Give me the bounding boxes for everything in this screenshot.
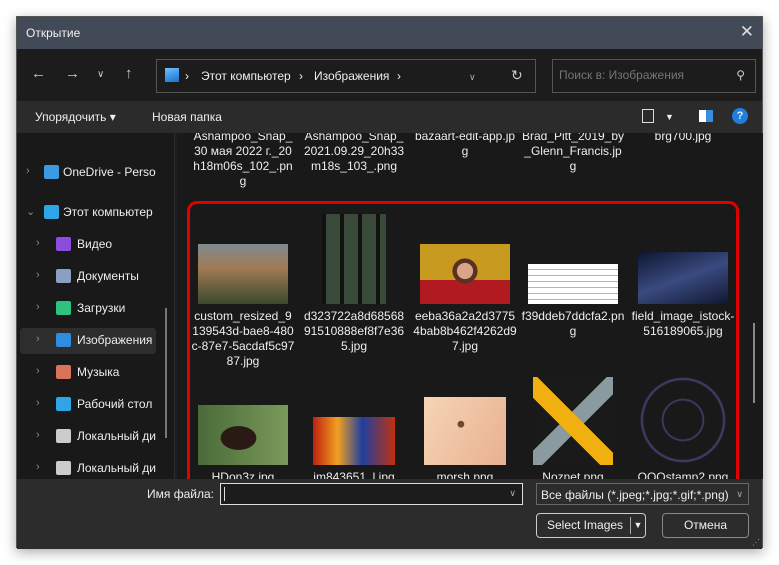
download-icon <box>56 301 71 315</box>
music-icon <box>56 365 71 379</box>
sidebar-item[interactable]: › Документы <box>20 264 156 290</box>
search-input[interactable] <box>559 68 729 82</box>
sidebar-item[interactable]: › Изображения <box>20 328 156 354</box>
toolbar: Упорядочить ▾ Новая папка ▼ ? <box>17 101 762 133</box>
sidebar-item[interactable]: › Музыка <box>20 360 156 386</box>
search-icon: ⚲ <box>736 68 745 82</box>
computer-icon <box>44 205 59 219</box>
preview-pane-icon[interactable] <box>699 110 713 122</box>
pictures-icon <box>56 333 71 347</box>
file-name: bazaart-edit-app.jpg <box>414 133 516 158</box>
cloud-icon <box>44 165 59 179</box>
sidebar-item[interactable]: ⌄ Этот компьютер <box>20 200 156 226</box>
file-name: Ashampoo_Snap_2021.09.29_20h33m18s_103_.… <box>303 133 405 173</box>
drive-icon <box>56 429 71 443</box>
chevron-right-icon[interactable]: › <box>36 333 40 345</box>
history-chevron-icon[interactable]: ∨ <box>469 72 476 83</box>
sidebar-scrollbar[interactable] <box>165 308 167 438</box>
search-box[interactable]: ⚲ <box>552 59 756 93</box>
sidebar-item[interactable]: › Загрузки <box>20 296 156 322</box>
chevron-right-icon[interactable]: › <box>36 237 40 249</box>
chevron-right-icon[interactable]: › <box>36 269 40 281</box>
sidebar-item[interactable]: › Рабочий стол <box>20 392 156 418</box>
file-name: Brad_Pitt_2019_by_Glenn_Francis.jpg <box>521 133 625 173</box>
cancel-button[interactable]: Отмена <box>662 513 749 538</box>
select-images-button[interactable]: Select Images ▼ <box>536 513 646 538</box>
back-icon[interactable]: ← <box>31 65 46 82</box>
file-name: Ashampoo_Snap_30 мая 2022 г._20h18m06s_1… <box>193 133 293 188</box>
chevron-down-icon[interactable]: ∨ <box>509 488 516 499</box>
filename-label: Имя файла: <box>147 487 214 501</box>
chevron-down-icon: ∨ <box>736 489 743 499</box>
navigation-pane: › OneDrive - Perso ⌄ Этот компьютер › Видео › Д… <box>17 133 174 479</box>
text-cursor <box>224 487 225 501</box>
chevron-right-icon[interactable]: › <box>36 365 40 377</box>
split-chevron-icon[interactable]: ▼ <box>630 517 645 534</box>
highlight-frame <box>187 201 739 479</box>
forward-icon[interactable]: → <box>65 65 80 82</box>
drive-icon <box>56 461 71 475</box>
breadcrumb-item[interactable]: Изображения <box>314 69 389 83</box>
breadcrumb-item[interactable]: Этот компьютер <box>201 69 291 83</box>
file-name: brg700.jpg <box>654 133 712 143</box>
vertical-scrollbar[interactable] <box>753 323 755 403</box>
title-bar: Открытие ✕ <box>17 17 762 49</box>
navigation-bar: ← → ∨ ↑ › Этот компьютер › Изображения ›… <box>17 49 762 101</box>
view-chevron-icon[interactable]: ▼ <box>665 112 674 122</box>
bottom-panel: Имя файла: ∨ Все файлы (*.jpeg;*.jpg;*.g… <box>17 479 762 549</box>
help-icon[interactable]: ? <box>732 108 748 124</box>
chevron-right-icon[interactable]: › <box>36 397 40 409</box>
refresh-icon[interactable]: ↻ <box>511 67 523 84</box>
file-list: Ashampoo_Snap_30 мая 2022 г._20h18m06s_1… <box>177 133 763 479</box>
filetype-select[interactable]: Все файлы (*.jpeg;*.jpg;*.gif;*.png) ∨ <box>536 483 749 505</box>
view-icon[interactable] <box>642 109 654 123</box>
chevron-right-icon[interactable]: › <box>26 165 30 177</box>
resize-grip-icon[interactable]: ⋰ <box>752 538 760 547</box>
documents-icon <box>56 269 71 283</box>
recent-chevron-icon[interactable]: ∨ <box>97 69 104 80</box>
sidebar-item[interactable]: › Видео <box>20 232 156 258</box>
chevron-right-icon[interactable]: › <box>36 461 40 473</box>
chevron-right-icon[interactable]: › <box>36 301 40 313</box>
chevron-right-icon[interactable]: › <box>36 429 40 441</box>
sidebar-item[interactable]: › OneDrive - Perso <box>20 160 156 186</box>
organize-button[interactable]: Упорядочить ▾ <box>35 110 116 124</box>
address-bar[interactable]: › Этот компьютер › Изображения › ∨ ↻ <box>156 59 536 93</box>
window-title: Открытие <box>26 26 81 40</box>
up-icon[interactable]: ↑ <box>125 65 133 82</box>
chevron-down-icon[interactable]: ⌄ <box>26 205 35 218</box>
filename-input[interactable]: ∨ <box>220 483 523 505</box>
sidebar-item[interactable]: › Локальный ди <box>20 424 156 450</box>
pictures-icon <box>165 68 179 82</box>
desktop-icon <box>56 397 71 411</box>
open-file-dialog: Открытие ✕ ← → ∨ ↑ › Этот компьютер › Из… <box>16 16 763 549</box>
video-icon <box>56 237 71 251</box>
new-folder-button[interactable]: Новая папка <box>152 110 222 124</box>
sidebar-item[interactable]: › Локальный ди <box>20 456 156 479</box>
close-icon[interactable]: ✕ <box>740 22 754 42</box>
